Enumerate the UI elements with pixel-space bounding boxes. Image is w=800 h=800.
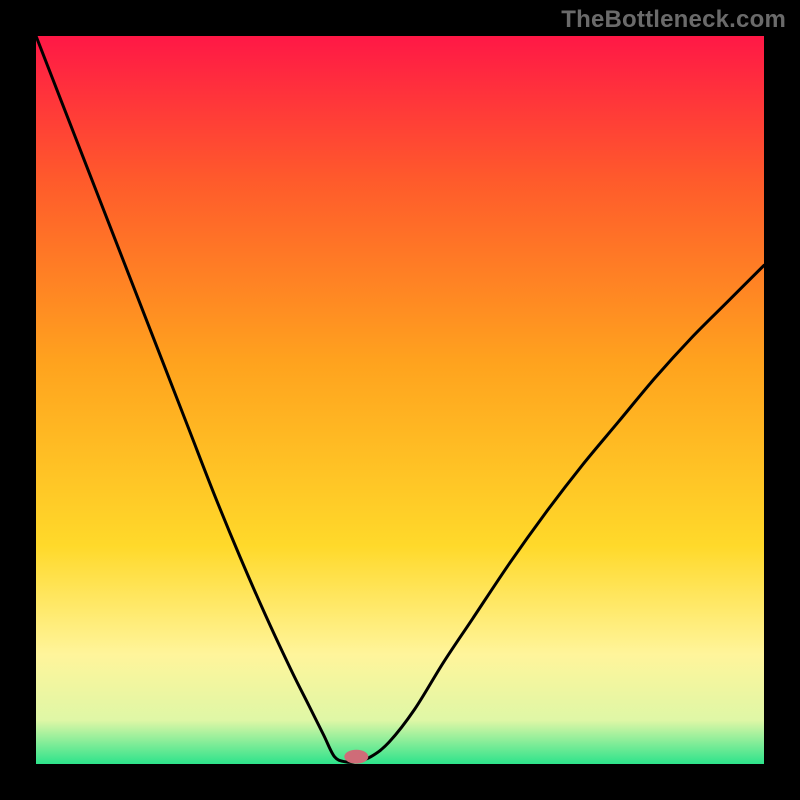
plot-svg (36, 36, 764, 764)
optimal-marker (344, 750, 368, 764)
plot-area (36, 36, 764, 764)
watermark-text: TheBottleneck.com (561, 6, 786, 34)
chart-frame: TheBottleneck.com (0, 0, 800, 800)
gradient-background (36, 36, 764, 764)
